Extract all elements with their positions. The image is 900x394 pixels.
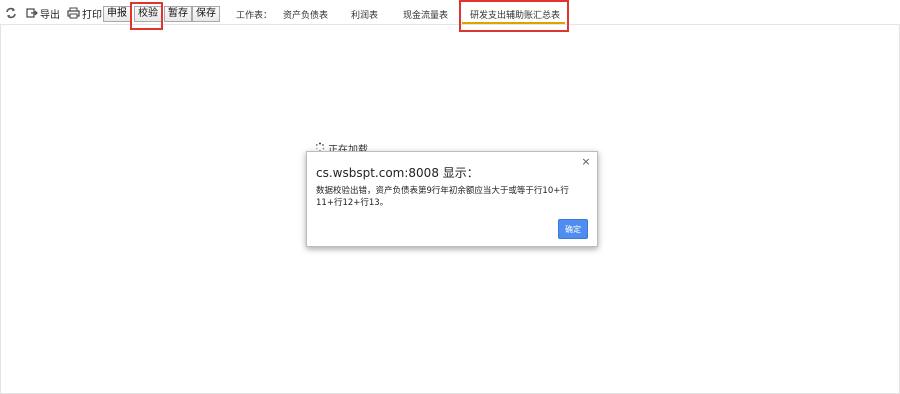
close-icon[interactable]: × [581,156,591,167]
verify-button[interactable]: 校验 [134,6,162,22]
dialog-title: cs.wsbspt.com:8008 显示： [316,166,479,180]
export-button[interactable]: 导出 [26,6,60,21]
save-draft-button[interactable]: 暂存 [164,6,192,22]
dialog-message: 数据校验出错，资产负债表第9行年初余额应当大于或等于行10+行11+行12+行1… [316,186,569,208]
print-icon [67,7,80,19]
refresh-icon[interactable] [5,7,17,19]
print-button[interactable]: 打印 [67,6,102,21]
export-label: 导出 [40,9,60,21]
declare-button[interactable]: 申报 [103,6,131,22]
ok-button[interactable]: 确定 [558,219,588,239]
toolbar: 导出 打印 申报 校验 暂存 保存 工作表： 资产负债表 利润表 现金流量表 研… [0,0,900,25]
print-label: 打印 [82,9,102,21]
export-icon [26,7,38,19]
tab-balance-sheet[interactable]: 资产负债表 [283,8,328,21]
tab-income-statement[interactable]: 利润表 [351,8,378,21]
worksheet-label: 工作表： [236,11,273,21]
tab-rd-expense-summary[interactable]: 研发支出辅助账汇总表 [470,8,560,21]
active-tab-indicator [462,22,565,24]
save-button[interactable]: 保存 [192,6,220,22]
alert-dialog: × cs.wsbspt.com:8008 显示： 数据校验出错，资产负债表第9行… [306,151,598,247]
tab-cash-flow-statement[interactable]: 现金流量表 [403,8,448,21]
